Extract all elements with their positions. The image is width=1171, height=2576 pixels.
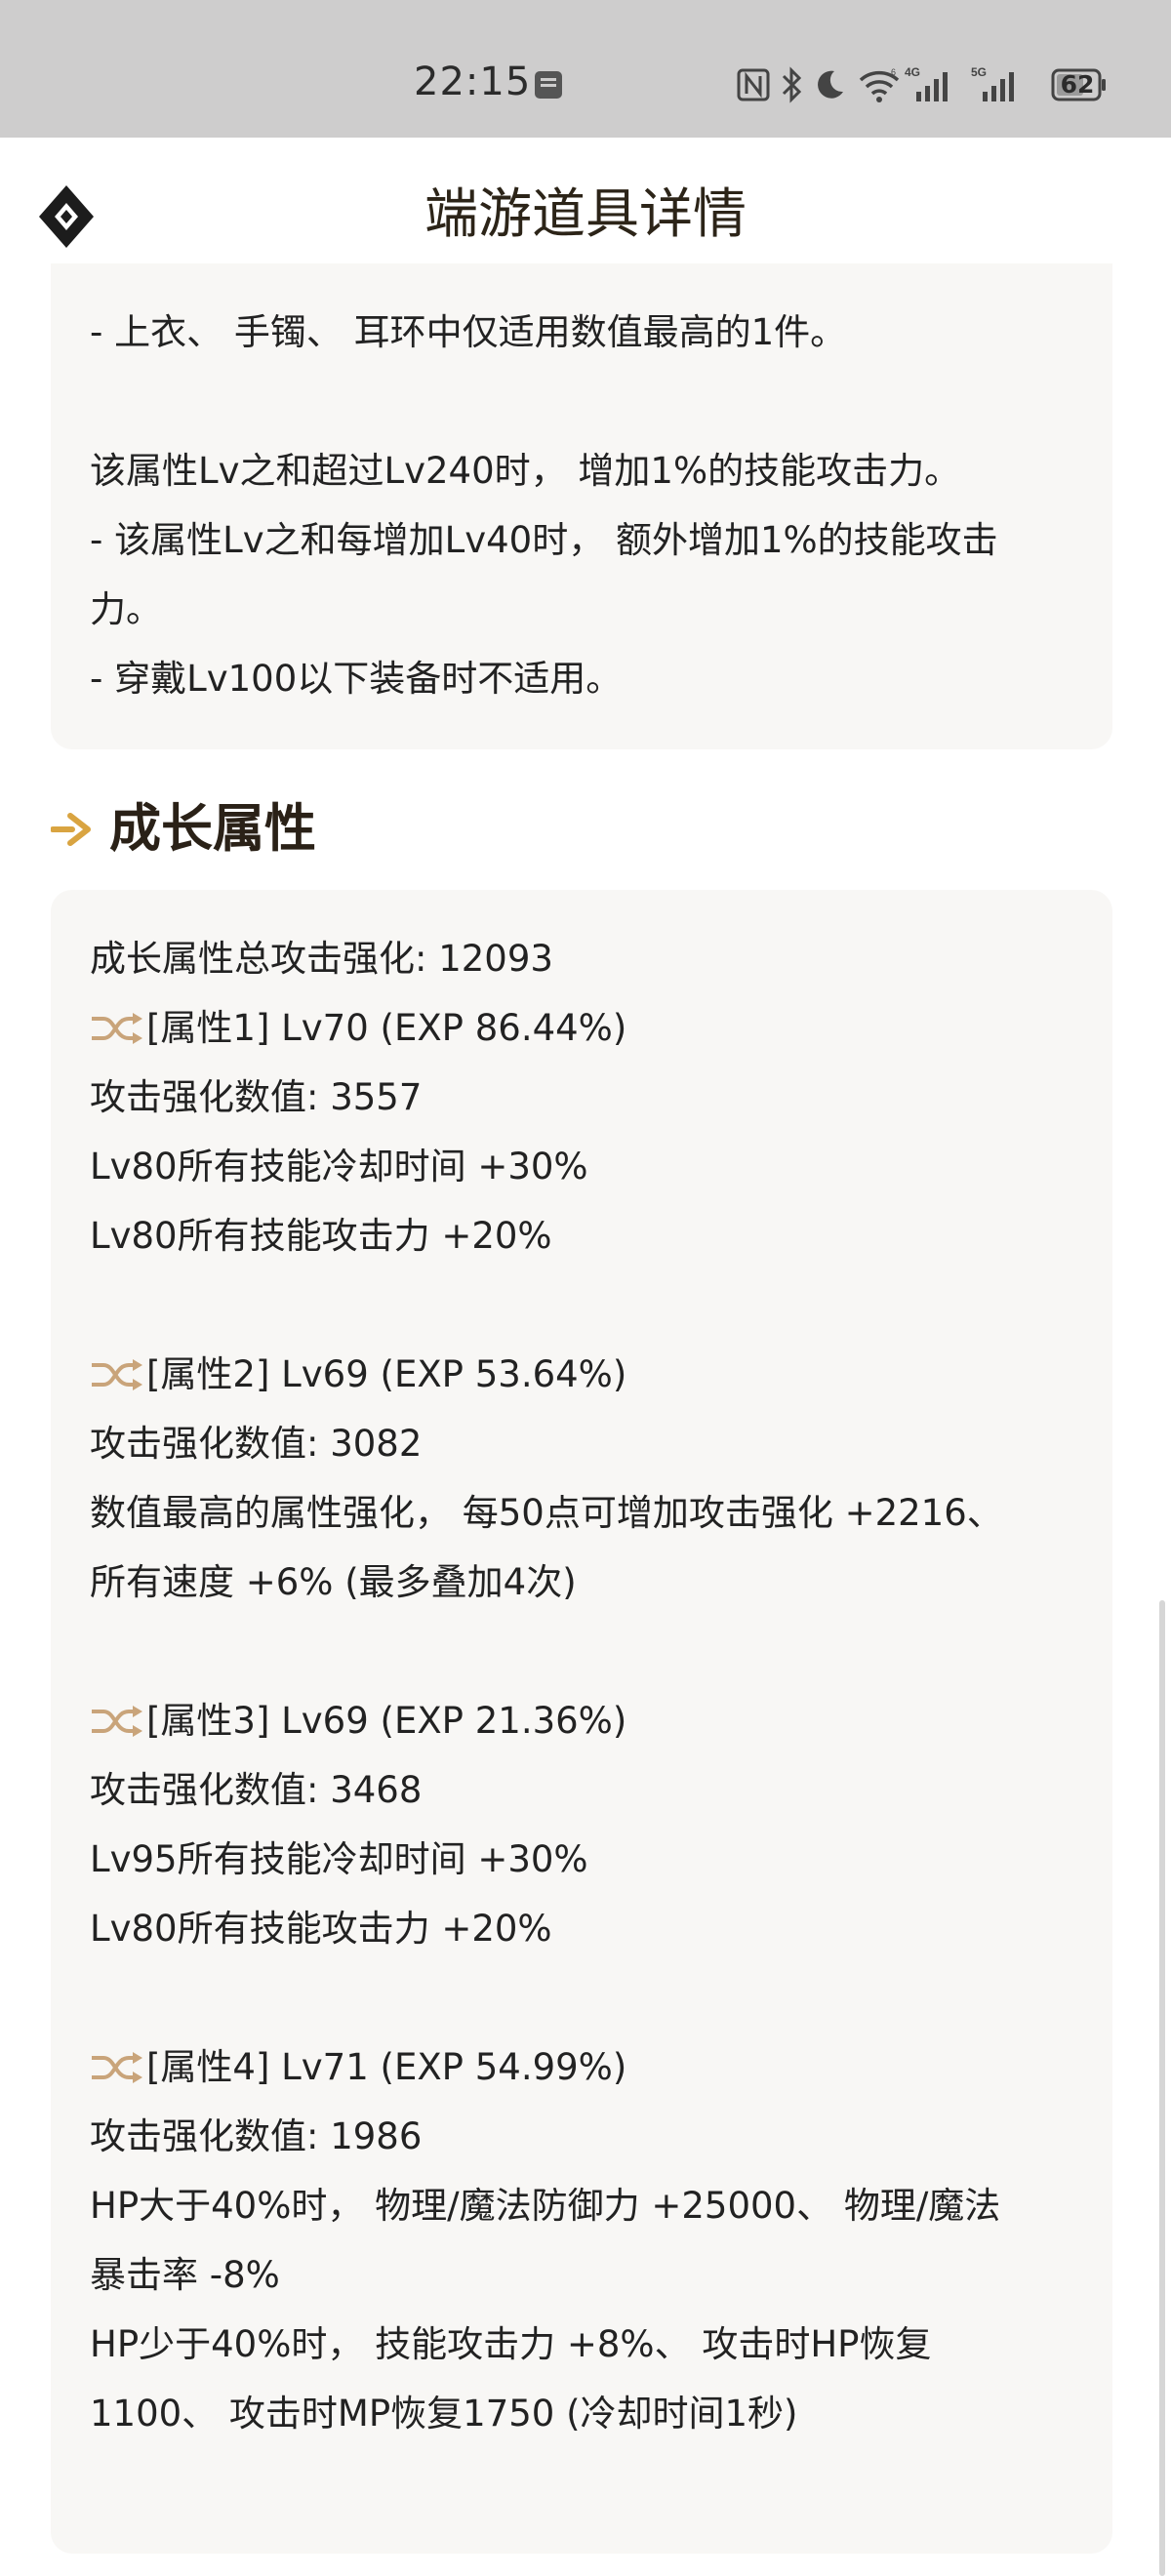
attribute-title: [属性2] Lv69 (EXP 53.64%): [90, 1350, 626, 1399]
wifi-icon: 6: [859, 67, 900, 102]
set-effect-line: - 上衣、 手镯、 耳环中仅适用数值最高的1件。: [90, 311, 847, 353]
set-effect-line: - 穿戴Lv100以下装备时不适用。: [90, 658, 623, 700]
set-effect-line: 该属性Lv之和超过Lv240时， 增加1%的技能攻击力。: [90, 450, 961, 492]
attribute-line: 数值最高的属性强化， 每50点可增加攻击强化 +2216、: [90, 1492, 1003, 1534]
attribute-title-text: [属性2] Lv69 (EXP 53.64%): [146, 1353, 627, 1395]
set-effect-line: - 该属性Lv之和每增加Lv40时， 额外增加1%的技能攻击: [90, 519, 998, 561]
attribute-title-text: [属性3] Lv69 (EXP 21.36%): [146, 1700, 627, 1742]
shuffle-icon: [92, 1013, 142, 1044]
attribute-line: HP大于40%时， 物理/魔法防御力 +25000、 物理/魔法: [90, 2185, 1001, 2227]
growth-total: 成长属性总攻击强化: 12093: [90, 938, 553, 980]
attribute-line: HP少于40%时， 技能攻击力 +8%、 攻击时HP恢复: [90, 2323, 932, 2365]
attribute-line: Lv80所有技能冷却时间 +30%: [90, 1146, 588, 1187]
status-bar: 22:15 6 4G 5G 62: [0, 0, 1171, 138]
sim-card-icon: [535, 71, 562, 99]
signal-5g-icon: 5G: [971, 65, 1014, 101]
attribute-line: 攻击强化数值: 1986: [90, 2115, 423, 2157]
attribute-line: 所有速度 +6% (最多叠加4次): [90, 1561, 577, 1603]
signal-4g-icon: 4G: [905, 65, 948, 101]
nfc-icon: [737, 68, 770, 101]
attribute-line: 暴击率 -8%: [90, 2254, 280, 2296]
shuffle-icon: [92, 2052, 142, 2083]
attribute-line: 1100、 攻击时MP恢复1750 (冷却时间1秒): [90, 2393, 798, 2435]
arrow-right-icon: [51, 813, 91, 846]
page-title: 端游道具详情: [424, 182, 747, 245]
section-title: 成长属性: [109, 799, 316, 859]
attribute-line: 攻击强化数值: 3557: [90, 1076, 423, 1118]
attribute-title: [属性3] Lv69 (EXP 21.36%): [90, 1697, 626, 1746]
attribute-line: Lv80所有技能攻击力 +20%: [90, 1215, 552, 1257]
attribute-line: 攻击强化数值: 3468: [90, 1769, 423, 1811]
moon-icon: [818, 70, 843, 99]
svg-text:6: 6: [891, 67, 896, 77]
attribute-title: [属性1] Lv70 (EXP 86.44%): [90, 1004, 626, 1053]
attribute-line: Lv80所有技能攻击力 +20%: [90, 1908, 552, 1950]
attribute-title-text: [属性4] Lv71 (EXP 54.99%): [146, 2046, 627, 2088]
scrollbar[interactable]: [1159, 1600, 1165, 2576]
attribute-line: 攻击强化数值: 3082: [90, 1423, 423, 1465]
attribute-line: Lv95所有技能冷却时间 +30%: [90, 1838, 588, 1880]
attribute-title-text: [属性1] Lv70 (EXP 86.44%): [146, 1007, 627, 1049]
attribute-title: [属性4] Lv71 (EXP 54.99%): [90, 2043, 626, 2092]
svg-text:5G: 5G: [971, 65, 987, 79]
status-icons: 6 4G 5G 62: [737, 64, 1108, 105]
svg-text:4G: 4G: [905, 65, 920, 79]
battery-level: 62: [1060, 70, 1095, 99]
shuffle-icon: [92, 1706, 142, 1737]
shuffle-icon: [92, 1359, 142, 1390]
bluetooth-icon: [782, 66, 802, 103]
status-time: 22:15: [414, 60, 532, 104]
set-effect-line: 力。: [90, 588, 162, 630]
growth-section-heading: 成长属性: [51, 790, 636, 868]
